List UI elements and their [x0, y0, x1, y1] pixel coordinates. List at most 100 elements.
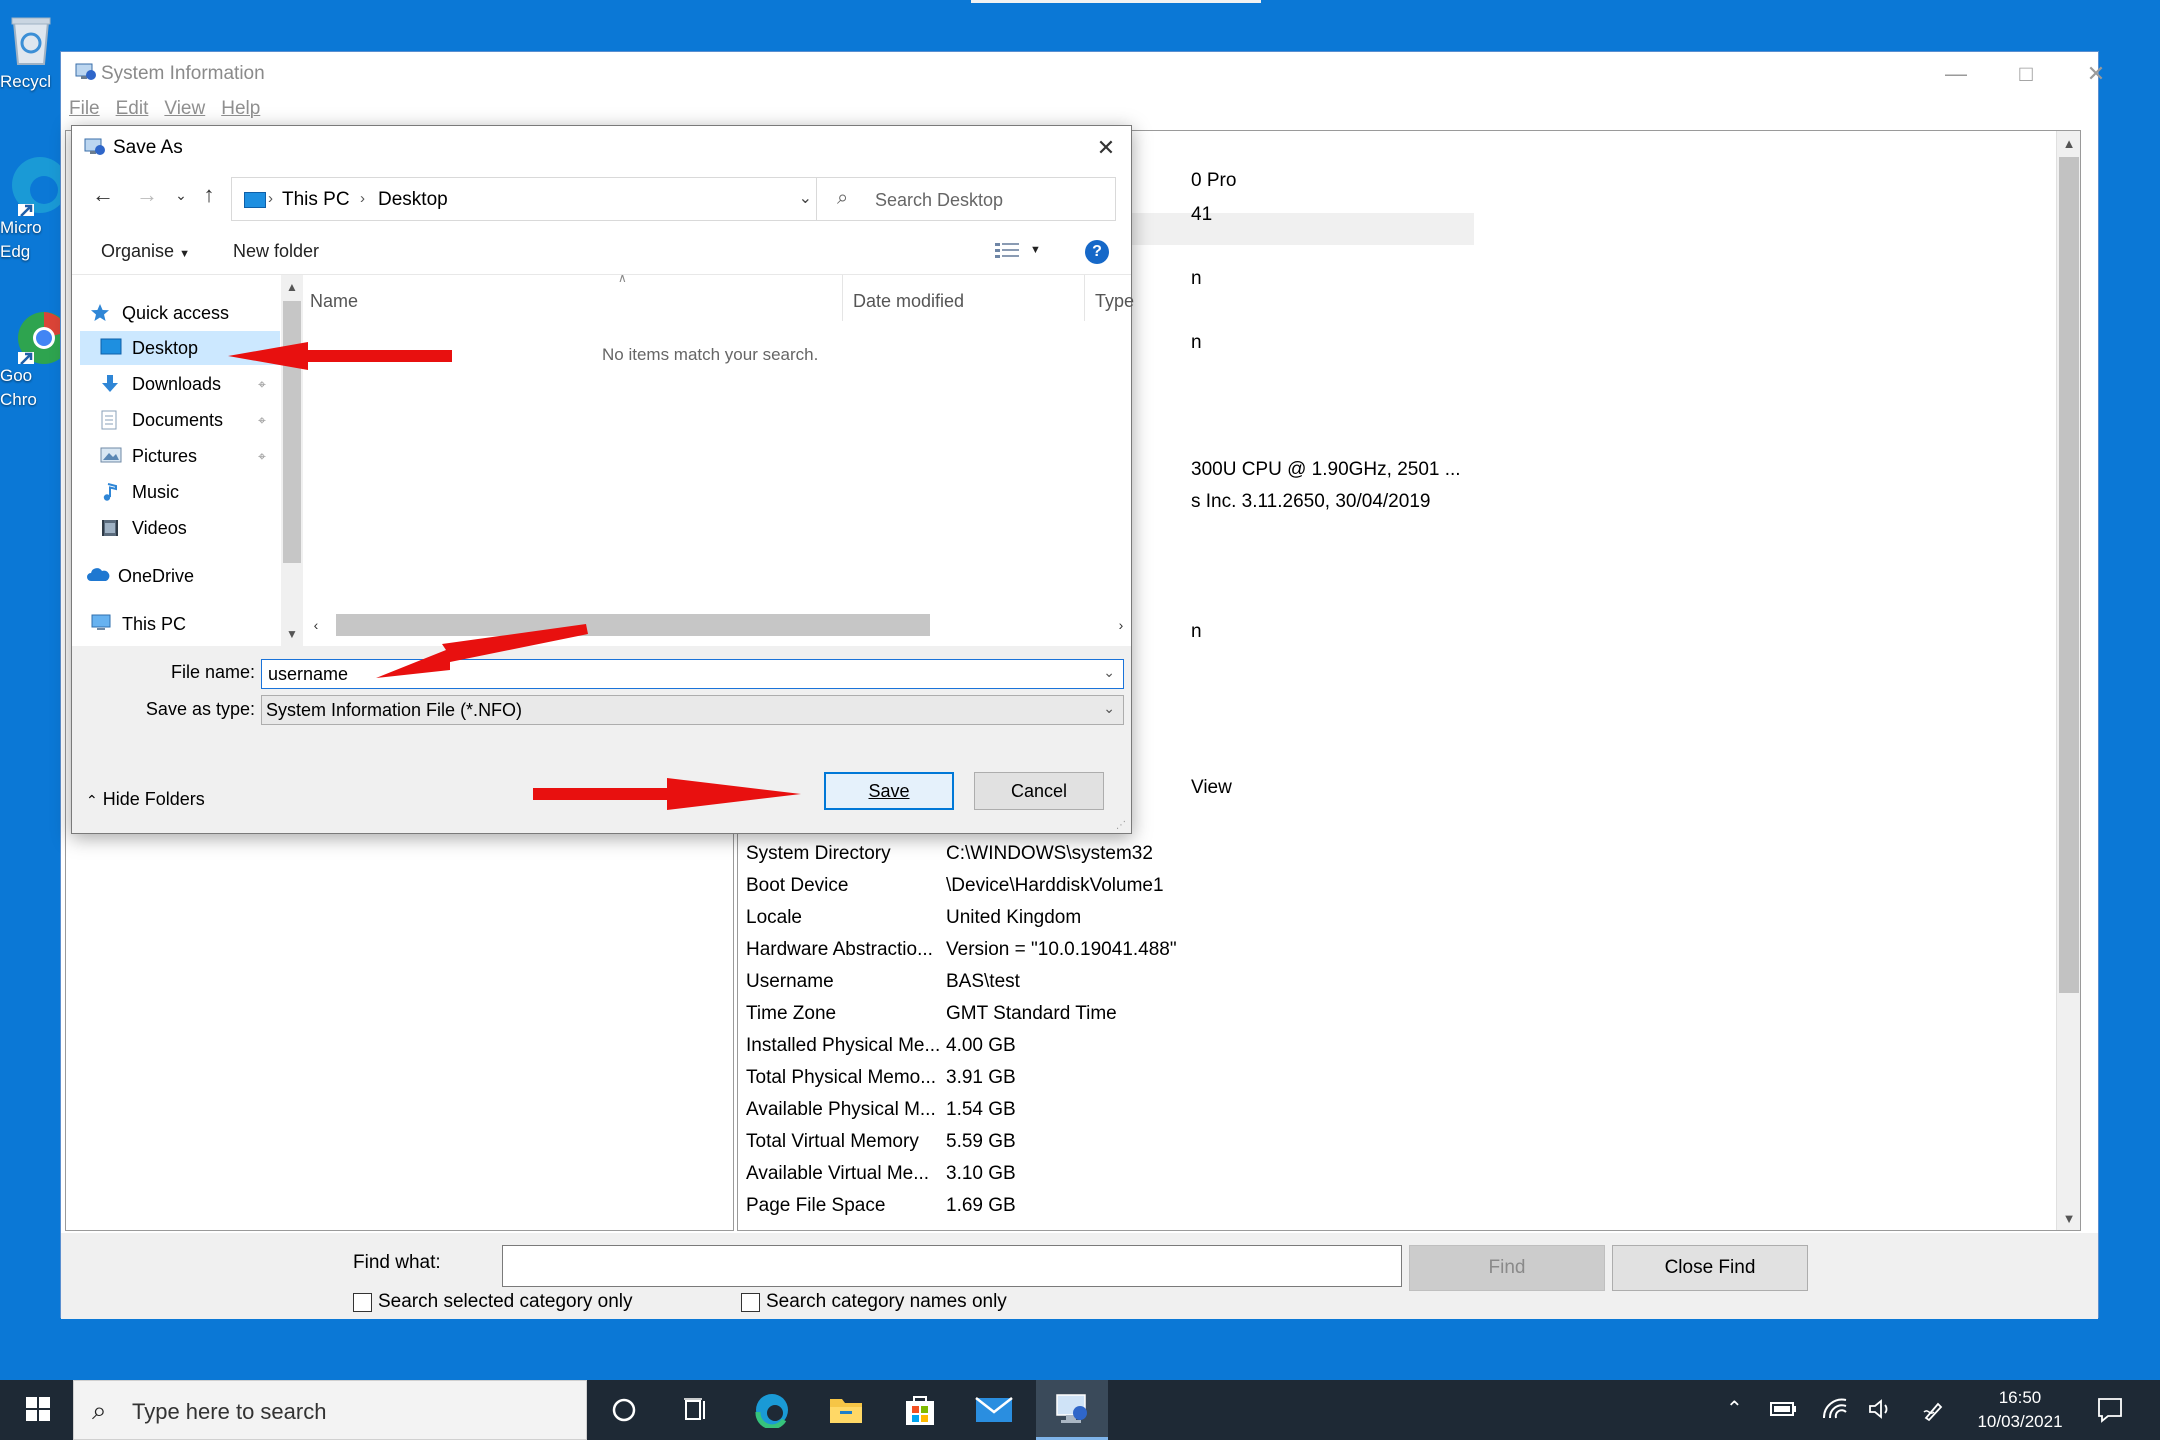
- menu-help[interactable]: Help: [221, 98, 260, 126]
- table-row[interactable]: Available Virtual Me... 3.10 GB: [746, 1159, 1446, 1191]
- search-category-names-checkbox[interactable]: Search category names only: [741, 1291, 1007, 1313]
- scrollbar-thumb[interactable]: [2059, 157, 2079, 993]
- video-icon: [100, 518, 122, 538]
- sidebar-item-music[interactable]: Music: [72, 475, 280, 509]
- table-row[interactable]: Available Physical M... 1.54 GB: [746, 1095, 1446, 1127]
- desktop-icon-recycle-bin[interactable]: Recycl: [0, 8, 62, 94]
- hide-folders-button[interactable]: ⌃ Hide Folders: [86, 789, 205, 810]
- find-what-input[interactable]: [502, 1245, 1402, 1287]
- address-bar[interactable]: › This PC › Desktop ⌄: [231, 177, 823, 221]
- notification-center-icon[interactable]: [2096, 1396, 2124, 1424]
- table-row[interactable]: Hardware Abstractio... Version = "10.0.19…: [746, 935, 1446, 967]
- taskbar-search-box[interactable]: ⌕ Type here to search: [73, 1380, 587, 1440]
- search-box[interactable]: ⌕ Search Desktop: [816, 177, 1116, 221]
- breadcrumb-desktop[interactable]: Desktop: [378, 189, 448, 211]
- dialog-close-button[interactable]: ✕: [1081, 126, 1131, 170]
- sidebar-item-pictures[interactable]: Pictures ⌖: [72, 439, 280, 473]
- maximize-button[interactable]: □: [1991, 52, 2061, 96]
- menu-view[interactable]: View: [164, 98, 205, 126]
- column-divider[interactable]: [842, 275, 843, 321]
- sidebar-item-documents[interactable]: Documents ⌖: [72, 403, 280, 437]
- checkbox-box[interactable]: [741, 1292, 760, 1312]
- cortana-button[interactable]: [588, 1380, 660, 1440]
- column-date-modified[interactable]: Date modified: [853, 291, 964, 312]
- navigation-pane[interactable]: Quick access Desktop Downloads ⌖ Documents ⌖ P…: [72, 275, 282, 646]
- scroll-down-icon[interactable]: ▼: [281, 622, 303, 646]
- menu-file[interactable]: File: [69, 98, 100, 126]
- desktop-icon-chrome[interactable]: Goo Chro: [0, 302, 70, 412]
- task-view-button[interactable]: [660, 1380, 732, 1440]
- sidebar-item-videos[interactable]: Videos: [72, 511, 280, 545]
- taskbar-edge[interactable]: [736, 1380, 808, 1440]
- table-row[interactable]: System Directory C:\WINDOWS\system32: [746, 839, 1446, 871]
- show-hidden-icons-chevron-up-icon[interactable]: ⌃: [1726, 1396, 1743, 1421]
- taskbar-store[interactable]: [884, 1380, 956, 1440]
- column-name[interactable]: Name: [310, 291, 358, 312]
- table-row[interactable]: Installed Physical Me... 4.00 GB: [746, 1031, 1446, 1063]
- organise-button[interactable]: Organise ▼: [101, 241, 190, 262]
- column-type[interactable]: Type: [1095, 291, 1134, 312]
- vertical-scrollbar[interactable]: ▲ ▼: [2056, 131, 2080, 1230]
- sidebar-item-quick-access[interactable]: Quick access: [72, 296, 280, 330]
- search-selected-category-checkbox[interactable]: Search selected category only: [353, 1291, 633, 1313]
- recent-locations-button[interactable]: ⌄: [166, 178, 196, 212]
- menu-edit[interactable]: Edit: [116, 98, 149, 126]
- chevron-down-icon[interactable]: ⌄: [1103, 664, 1115, 681]
- wifi-icon[interactable]: [1822, 1398, 1848, 1420]
- taskbar-clock[interactable]: 16:50 10/03/2021: [1960, 1386, 2080, 1434]
- navigation-pane-scrollbar[interactable]: ▲ ▼: [281, 275, 303, 646]
- sidebar-item-this-pc[interactable]: This PC: [72, 607, 280, 641]
- breadcrumb-this-pc[interactable]: This PC: [282, 189, 350, 211]
- resize-grip-icon[interactable]: ⋰: [1116, 820, 1128, 832]
- battery-icon[interactable]: [1770, 1400, 1798, 1418]
- volume-icon[interactable]: [1868, 1398, 1894, 1420]
- scroll-right-icon[interactable]: ›: [1109, 611, 1133, 639]
- caret-down-icon[interactable]: ▼: [1030, 244, 1041, 256]
- annotation-arrow-save: [533, 778, 801, 810]
- taskbar-mail[interactable]: [958, 1380, 1030, 1440]
- close-find-button[interactable]: Close Find: [1612, 1245, 1808, 1291]
- save-as-type-select[interactable]: System Information File (*.NFO) ⌄: [261, 695, 1124, 725]
- forward-button[interactable]: →: [132, 178, 162, 212]
- minimize-button[interactable]: —: [1921, 52, 1991, 96]
- scroll-up-icon[interactable]: ▲: [281, 275, 303, 299]
- table-row[interactable]: Locale United Kingdom: [746, 903, 1446, 935]
- taskbar-system-information[interactable]: [1036, 1380, 1108, 1440]
- view-options-icon[interactable]: [995, 242, 1019, 260]
- find-button[interactable]: Find: [1409, 1245, 1605, 1291]
- scroll-left-icon[interactable]: ‹: [304, 611, 328, 639]
- close-button[interactable]: ✕: [2061, 52, 2131, 96]
- table-row[interactable]: Boot Device \Device\HarddiskVolume1: [746, 871, 1446, 903]
- scroll-up-icon[interactable]: ▲: [2057, 131, 2080, 155]
- back-button[interactable]: ←: [88, 178, 118, 212]
- new-folder-button[interactable]: New folder: [233, 241, 319, 262]
- checkbox-box[interactable]: [353, 1292, 372, 1312]
- taskbar-file-explorer[interactable]: [810, 1380, 882, 1440]
- chevron-down-icon[interactable]: ⌄: [799, 188, 812, 208]
- column-divider[interactable]: [1084, 275, 1085, 321]
- table-row[interactable]: Username BAS\test: [746, 967, 1446, 999]
- sort-ascending-icon: ∧: [618, 271, 627, 285]
- title-bar[interactable]: System Information — □ ✕: [61, 52, 2105, 96]
- desktop-icon-edge[interactable]: Micro Edg: [0, 154, 68, 264]
- table-row[interactable]: Total Physical Memo... 3.91 GB: [746, 1063, 1446, 1095]
- up-button[interactable]: ↑: [194, 178, 224, 212]
- picture-icon: [100, 446, 122, 466]
- save-button[interactable]: Save: [824, 772, 954, 810]
- table-row[interactable]: Page File Space 1.69 GB: [746, 1191, 1446, 1223]
- help-icon[interactable]: ?: [1085, 240, 1109, 264]
- windows-start-icon[interactable]: [12, 1394, 64, 1426]
- pen-workspace-icon[interactable]: [1922, 1398, 1946, 1422]
- dialog-title-bar[interactable]: Save As ✕: [72, 126, 1131, 170]
- search-placeholder: Search Desktop: [875, 190, 1004, 210]
- file-list[interactable]: Name ∧ Date modified Type No items match…: [304, 271, 1134, 646]
- sidebar-item-onedrive[interactable]: OneDrive: [72, 559, 280, 593]
- row-item-name: Available Physical M...: [746, 1099, 936, 1120]
- chevron-down-icon[interactable]: ⌄: [1103, 700, 1115, 717]
- table-row[interactable]: Time Zone GMT Standard Time: [746, 999, 1446, 1031]
- row-item-value: 3.10 GB: [946, 1163, 1016, 1184]
- cancel-button[interactable]: Cancel: [974, 772, 1104, 810]
- scroll-down-icon[interactable]: ▼: [2057, 1206, 2080, 1230]
- menu-bar: File Edit View Help: [69, 98, 260, 126]
- table-row[interactable]: Total Virtual Memory 5.59 GB: [746, 1127, 1446, 1159]
